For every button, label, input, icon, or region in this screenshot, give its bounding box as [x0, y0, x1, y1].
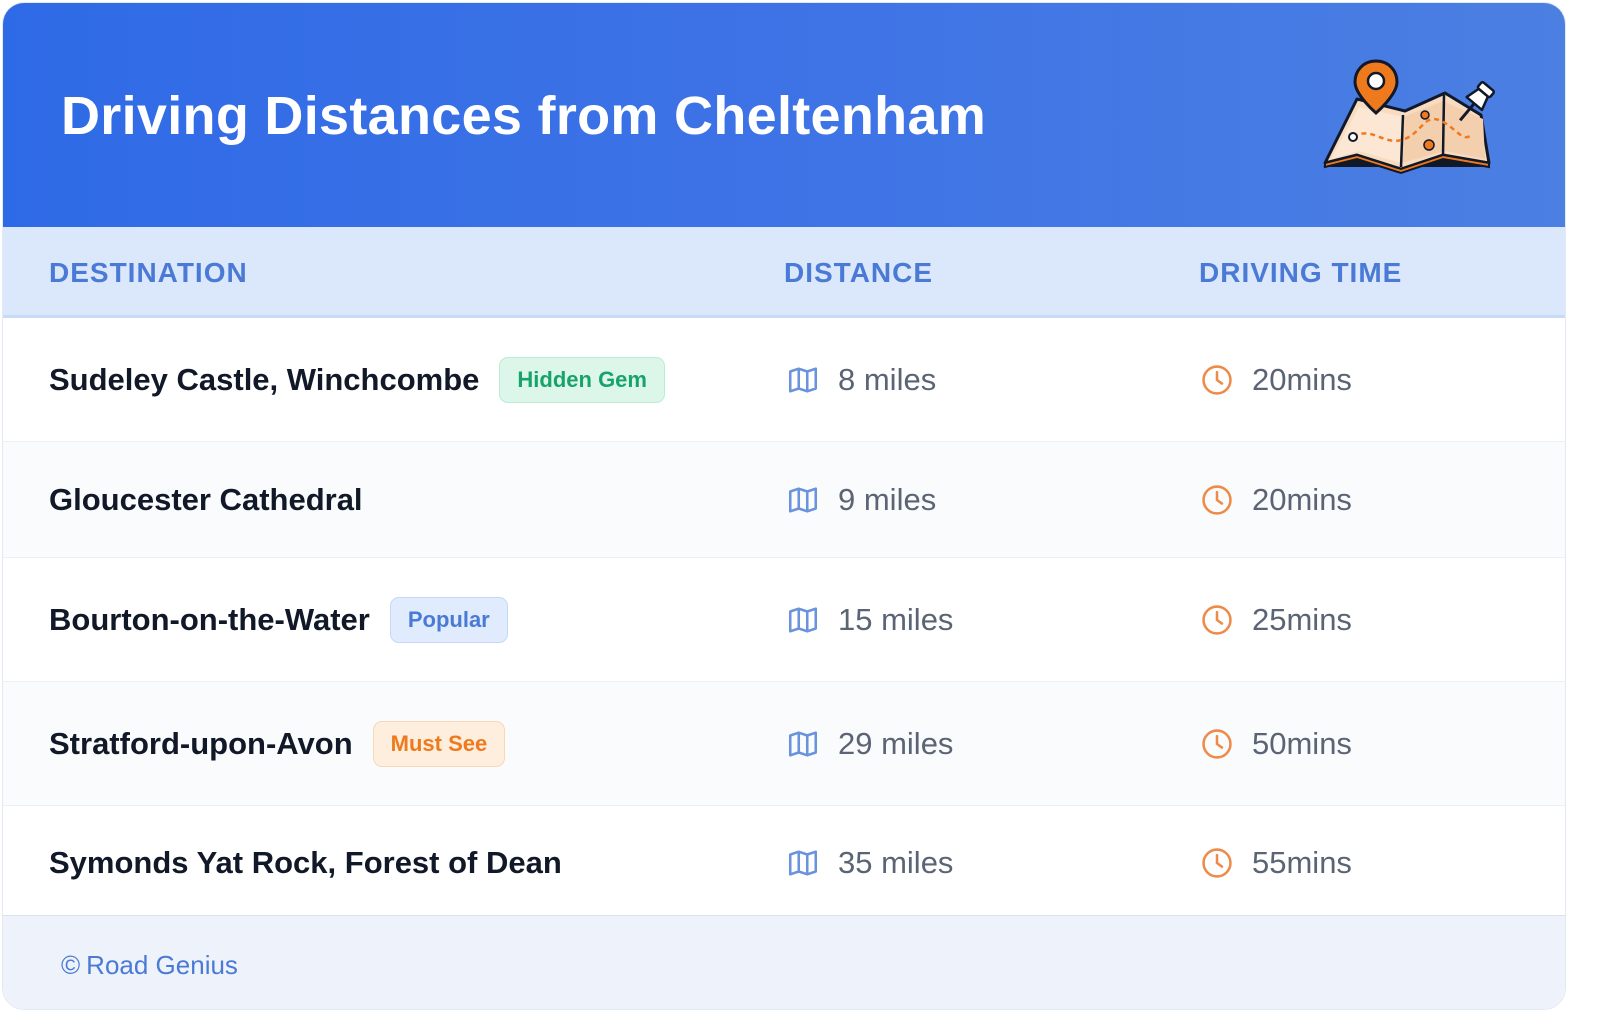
- destination-name: Stratford-upon-Avon: [49, 725, 353, 761]
- time-value: 20mins: [1252, 361, 1352, 397]
- table-row[interactable]: Sudeley Castle, Winchcombe Hidden Gem 8 …: [3, 318, 1565, 442]
- column-header-driving-time[interactable]: DRIVING TIME: [1199, 257, 1402, 289]
- map-icon: [788, 850, 818, 876]
- map-icon: [788, 606, 818, 633]
- clock-icon: [1202, 364, 1232, 395]
- badge-popular: Popular: [389, 596, 508, 643]
- brand-link[interactable]: © Road Genius: [61, 950, 238, 981]
- time-value: 25mins: [1252, 601, 1352, 637]
- badge-must-see: Must See: [372, 720, 506, 767]
- map-with-pins-icon: [1323, 59, 1495, 175]
- column-header-destination[interactable]: DESTINATION: [49, 257, 248, 289]
- map-icon: [788, 486, 818, 513]
- table-row[interactable]: Symonds Yat Rock, Forest of Dean 35 mile…: [3, 806, 1565, 920]
- column-header-distance[interactable]: DISTANCE: [784, 257, 933, 289]
- header-banner: Driving Distances from Cheltenham: [3, 3, 1565, 227]
- distance-value: 15 miles: [838, 601, 954, 637]
- brand-name: Road Genius: [86, 950, 238, 980]
- destination-name: Sudeley Castle, Winchcombe: [49, 361, 480, 397]
- clock-icon: [1202, 484, 1232, 515]
- time-value: 50mins: [1252, 725, 1352, 761]
- badge-hidden-gem: Hidden Gem: [499, 356, 665, 403]
- distance-value: 8 miles: [838, 361, 937, 397]
- table-body: Sudeley Castle, Winchcombe Hidden Gem 8 …: [3, 318, 1565, 920]
- table-header: DESTINATION DISTANCE DRIVING TIME: [3, 227, 1565, 318]
- table-row[interactable]: Gloucester Cathedral 9 miles 20mins: [3, 442, 1565, 558]
- clock-icon: [1202, 604, 1232, 635]
- destination-name: Gloucester Cathedral: [49, 481, 363, 517]
- distance-value: 9 miles: [838, 481, 937, 517]
- destination-name: Symonds Yat Rock, Forest of Dean: [49, 845, 562, 880]
- map-icon: [788, 366, 818, 393]
- copyright-icon: ©: [61, 950, 81, 980]
- time-value: 55mins: [1252, 845, 1352, 880]
- distance-value: 35 miles: [838, 845, 954, 880]
- clock-icon: [1202, 728, 1232, 759]
- map-icon: [788, 730, 818, 757]
- table-row[interactable]: Bourton-on-the-Water Popular 15 miles 25…: [3, 558, 1565, 682]
- distance-table-card: Driving Distances from Cheltenham DESTIN…: [2, 2, 1566, 1010]
- footer: © Road Genius: [3, 915, 1565, 1009]
- time-value: 20mins: [1252, 481, 1352, 517]
- table-row[interactable]: Stratford-upon-Avon Must See 29 miles 50…: [3, 682, 1565, 806]
- distance-value: 29 miles: [838, 725, 954, 761]
- destination-name: Bourton-on-the-Water: [49, 601, 370, 637]
- page-title: Driving Distances from Cheltenham: [61, 86, 987, 146]
- clock-icon: [1202, 848, 1232, 878]
